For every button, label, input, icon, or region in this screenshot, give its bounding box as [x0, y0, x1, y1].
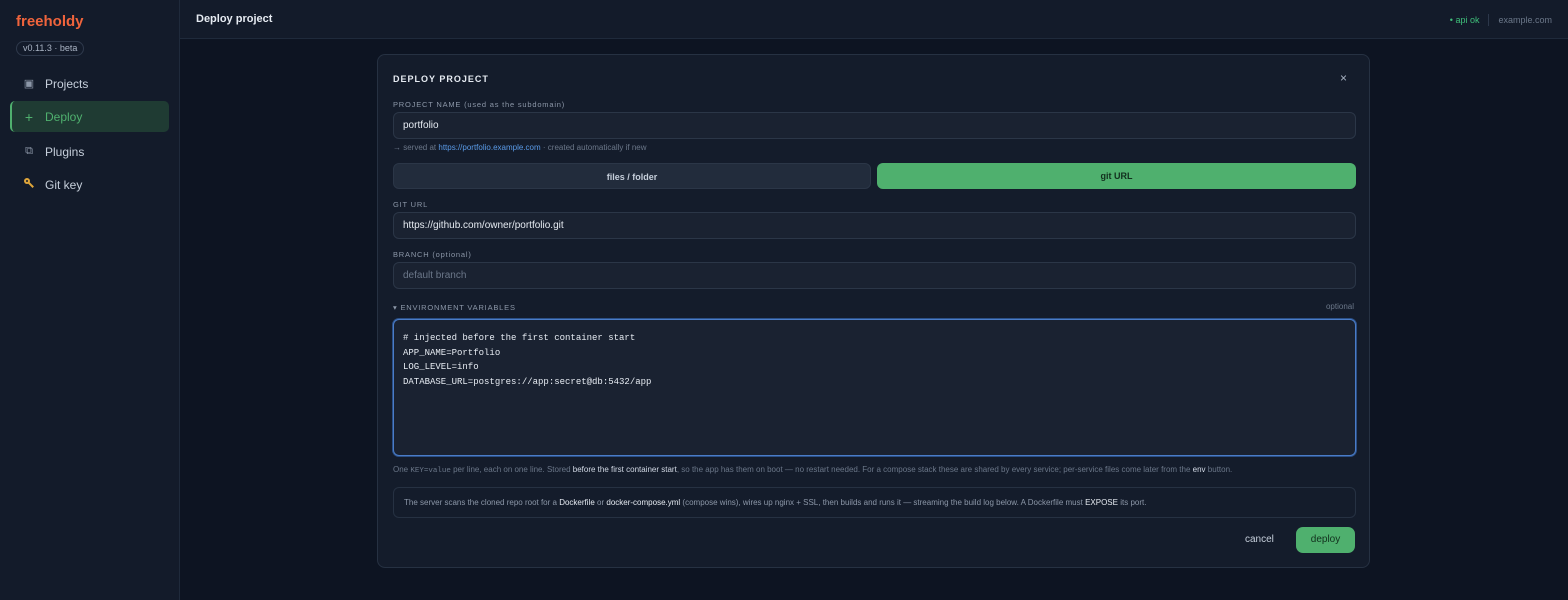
help-emphasis: env: [1192, 465, 1206, 474]
sidebar-item-plugins[interactable]: ⧉ Plugins: [10, 136, 169, 167]
info-text: its port.: [1120, 498, 1147, 507]
hint-suffix: · created automatically if new: [542, 143, 647, 152]
sidebar-item-label: Projects: [45, 76, 89, 91]
version-badge: v0.11.3 · beta: [16, 41, 85, 56]
info-text: The server scans the cloned repo root fo…: [404, 498, 557, 507]
deploy-button[interactable]: deploy: [1296, 527, 1355, 553]
brand-logo: freeholdy: [16, 13, 84, 30]
tab-git-url[interactable]: git URL: [877, 163, 1356, 189]
topbar-status: • api ok example.com: [1450, 14, 1552, 26]
env-section-toggle[interactable]: ▾ ENVIRONMENT VARIABLES: [393, 303, 516, 312]
plugin-icon: ⧉: [25, 145, 33, 157]
square-icon: ▣: [23, 78, 35, 90]
hint-prefix: → served at: [393, 143, 437, 152]
sidebar-item-deploy[interactable]: + Deploy: [10, 101, 169, 132]
key-icon: [23, 177, 35, 192]
top-bar: Deploy project • api ok example.com: [180, 0, 1568, 39]
help-code: KEY=value: [410, 467, 451, 475]
git-url-input[interactable]: [393, 212, 1356, 239]
help-text: , so the app has them on boot — no resta…: [676, 465, 1191, 474]
sidebar-item-label: Deploy: [45, 109, 83, 124]
api-status: • api ok: [1449, 15, 1480, 25]
close-icon[interactable]: ×: [1340, 71, 1347, 85]
tab-files-folder[interactable]: files / folder: [393, 163, 871, 189]
plus-icon: +: [24, 108, 34, 125]
project-name-label: PROJECT NAME (used as the subdomain): [393, 100, 566, 109]
sidebar: freeholdy v0.11.3 · beta ▣ Projects + De…: [0, 0, 180, 600]
sidebar-item-projects[interactable]: ▣ Projects: [10, 68, 169, 99]
branch-input[interactable]: [393, 262, 1356, 289]
help-emphasis: before the first container start: [572, 465, 677, 474]
info-emphasis: EXPOSE: [1085, 498, 1118, 507]
env-textarea[interactable]: # injected before the first container st…: [393, 319, 1356, 456]
deploy-modal: DEPLOY PROJECT × PROJECT NAME (used as t…: [377, 54, 1370, 568]
subdomain-hint: → served at https://portfolio.example.co…: [393, 143, 647, 152]
project-name-input[interactable]: [393, 112, 1356, 139]
sidebar-item-label: Git key: [45, 177, 83, 192]
help-text: per line, each on one line. Stored: [453, 465, 571, 474]
info-box: The server scans the cloned repo root fo…: [393, 487, 1356, 518]
info-text: or: [597, 498, 605, 507]
modal-title: DEPLOY PROJECT: [393, 74, 489, 84]
sidebar-item-git-key[interactable]: Git key: [10, 169, 169, 200]
optional-label: optional: [1325, 302, 1354, 311]
divider: [1488, 14, 1490, 26]
help-text: One: [393, 465, 409, 474]
git-url-label: GIT URL: [393, 200, 429, 209]
info-emphasis: docker-compose.yml: [606, 498, 681, 507]
served-url-link[interactable]: https://portfolio.example.com: [438, 143, 540, 152]
domain-label: example.com: [1498, 15, 1552, 25]
info-text: (compose wins), wires up nginx + SSL, th…: [682, 498, 1083, 507]
env-help-text: One KEY=value per line, each on one line…: [393, 465, 1232, 475]
info-emphasis: Dockerfile: [559, 498, 595, 507]
page-title: Deploy project: [196, 13, 273, 25]
sidebar-item-label: Plugins: [45, 144, 85, 159]
cancel-button[interactable]: cancel: [1245, 534, 1274, 545]
branch-label: BRANCH (optional): [393, 250, 472, 259]
help-text: button.: [1207, 465, 1233, 474]
